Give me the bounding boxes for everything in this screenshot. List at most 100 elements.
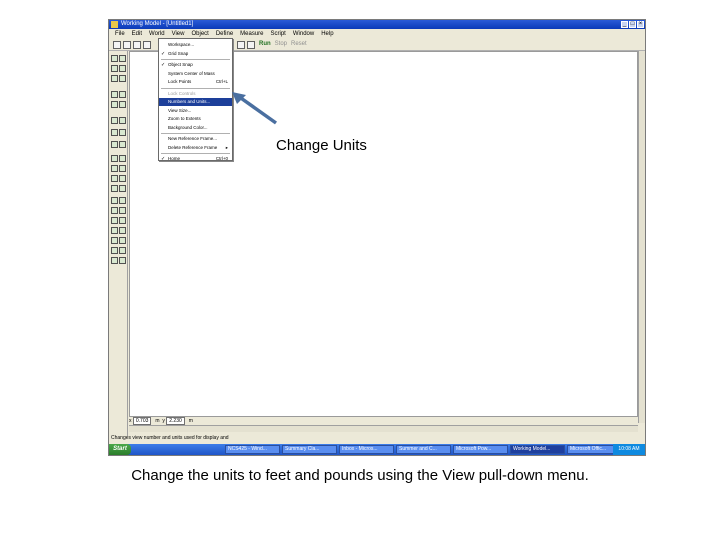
arrow-tool-icon[interactable]: [143, 41, 151, 49]
windows-taskbar: Start NCS425 - Wind... Summary Cla... Inbo…: [109, 444, 645, 455]
palette-tool-icon[interactable]: [119, 175, 126, 182]
view-menu-item-label: Object Snap: [168, 62, 193, 67]
vertical-scrollbar[interactable]: [638, 51, 645, 423]
palette-tool-icon[interactable]: [119, 217, 126, 224]
palette-tool-icon[interactable]: [111, 197, 118, 204]
view-menu-item[interactable]: ✓ Home Ctrl+0: [159, 155, 232, 163]
view-menu-item[interactable]: Workspace...: [159, 41, 232, 49]
palette-tool-icon[interactable]: [119, 129, 126, 136]
palette-tool-icon[interactable]: [111, 237, 118, 244]
taskbar-task-button[interactable]: Microsoft Pow...: [453, 445, 508, 454]
stop-button[interactable]: Stop: [275, 41, 287, 47]
palette-tool-icon[interactable]: [111, 175, 118, 182]
menu-view[interactable]: View: [172, 31, 185, 37]
new-file-icon[interactable]: [113, 41, 121, 49]
palette-tool-icon[interactable]: [111, 117, 118, 124]
palette-tool-icon[interactable]: [111, 101, 118, 108]
palette-tool-icon[interactable]: [111, 257, 118, 264]
palette-tool-icon[interactable]: [119, 55, 126, 62]
palette-tool-icon[interactable]: [119, 197, 126, 204]
checkmark-icon: ✓: [161, 156, 166, 162]
palette-tool-icon[interactable]: [111, 155, 118, 162]
view-menu-item-label: New Reference Frame...: [168, 136, 218, 141]
palette-tool-icon[interactable]: [111, 91, 118, 98]
palette-tool-icon[interactable]: [111, 227, 118, 234]
palette-tool-icon[interactable]: [119, 237, 126, 244]
menu-window[interactable]: Window: [293, 31, 314, 37]
palette-tool-icon[interactable]: [111, 75, 118, 82]
menu-object[interactable]: Object: [191, 31, 208, 37]
view-menu-item-label: Home: [168, 156, 181, 161]
view-menu-item[interactable]: Delete Reference Frame ▸: [159, 144, 232, 152]
change-units-label: Change Units: [276, 137, 367, 154]
menu-world[interactable]: World: [149, 31, 165, 37]
minimize-button[interactable]: _: [621, 21, 628, 28]
palette-tool-icon[interactable]: [111, 165, 118, 172]
palette-tool-icon[interactable]: [111, 55, 118, 62]
view-menu-item-label: Lock Controls: [168, 90, 196, 96]
maximize-button[interactable]: □: [629, 21, 636, 28]
view-menu-item[interactable]: Background Color...: [159, 124, 232, 132]
view-menu-shortcut: Ctrl+0: [215, 156, 228, 161]
view-menu-shortcut: ▸: [225, 144, 228, 150]
coordinate-bar: x 0.703 m y 2.230 m: [129, 417, 193, 425]
horizontal-scrollbar[interactable]: [129, 425, 638, 432]
view-menu-item[interactable]: ✓ Grid Snap: [159, 50, 232, 58]
palette-tool-icon[interactable]: [119, 65, 126, 72]
menu-help[interactable]: Help: [321, 31, 333, 37]
pointer-arrow-icon: [232, 92, 278, 125]
reset-button[interactable]: Reset: [291, 41, 307, 47]
view-menu-item[interactable]: Numbers and Units...: [159, 98, 232, 106]
taskbar-task-button[interactable]: Summer and C...: [396, 445, 451, 454]
start-button[interactable]: Start: [109, 444, 131, 455]
palette-tool-icon[interactable]: [119, 141, 126, 148]
palette-tool-icon[interactable]: [111, 247, 118, 254]
save-file-icon[interactable]: [133, 41, 141, 49]
menu-measure[interactable]: Measure: [240, 31, 263, 37]
menu-edit[interactable]: Edit: [132, 31, 142, 37]
palette-tool-icon[interactable]: [119, 227, 126, 234]
palette-tool-icon[interactable]: [119, 247, 126, 254]
close-button[interactable]: ×: [637, 21, 644, 28]
taskbar-task-button[interactable]: Working Model...: [510, 445, 565, 454]
view-menu-item[interactable]: ✓ Object Snap: [159, 61, 232, 69]
view-menu-item[interactable]: View Size...: [159, 107, 232, 115]
view-menu-item-label: Delete Reference Frame: [168, 144, 218, 150]
menu-script[interactable]: Script: [271, 31, 286, 37]
view-menu-item[interactable]: Lock Controls: [159, 90, 232, 98]
taskbar-task-button[interactable]: Inbox - Micros...: [339, 445, 394, 454]
open-file-icon[interactable]: [123, 41, 131, 49]
palette-tool-icon[interactable]: [119, 257, 126, 264]
x-coordinate-field[interactable]: 0.703: [132, 417, 152, 425]
menu-file[interactable]: File: [115, 31, 125, 37]
menu-define[interactable]: Define: [216, 31, 233, 37]
palette-tool-icon[interactable]: [111, 129, 118, 136]
taskbar-task-button[interactable]: NCS425 - Wind...: [225, 445, 280, 454]
palette-tool-icon[interactable]: [119, 185, 126, 192]
view-menu-item[interactable]: Lock Points Ctrl+L: [159, 78, 232, 86]
taskbar-task-button[interactable]: Summary Cla...: [282, 445, 337, 454]
palette-tool-icon[interactable]: [111, 217, 118, 224]
menu-separator: [161, 59, 230, 60]
palette-tool-icon[interactable]: [119, 155, 126, 162]
palette-tool-icon[interactable]: [111, 141, 118, 148]
palette-tool-icon[interactable]: [111, 65, 118, 72]
view-menu-item-label: View Size...: [168, 107, 192, 113]
zoom-icon[interactable]: [237, 41, 245, 49]
palette-tool-icon[interactable]: [111, 185, 118, 192]
palette-tool-icon[interactable]: [111, 207, 118, 214]
palette-tool-icon[interactable]: [119, 101, 126, 108]
palette-tool-icon[interactable]: [119, 75, 126, 82]
view-menu-item[interactable]: Zoom to Extents: [159, 115, 232, 123]
run-button[interactable]: Run: [259, 41, 271, 47]
view-menu-item[interactable]: New Reference Frame...: [159, 135, 232, 143]
palette-tool-icon[interactable]: [119, 117, 126, 124]
palette-tool-icon[interactable]: [119, 91, 126, 98]
view-menu-item-label: Workspace...: [168, 42, 195, 47]
palette-tool-icon[interactable]: [119, 165, 126, 172]
palette-tool-icon[interactable]: [119, 207, 126, 214]
view-menu-item[interactable]: System Center of Mass: [159, 70, 232, 78]
zoom-out-icon[interactable]: [247, 41, 255, 49]
window-title: Working Model - [Untitled1]: [121, 21, 194, 27]
y-coordinate-field[interactable]: 2.230: [166, 417, 185, 425]
